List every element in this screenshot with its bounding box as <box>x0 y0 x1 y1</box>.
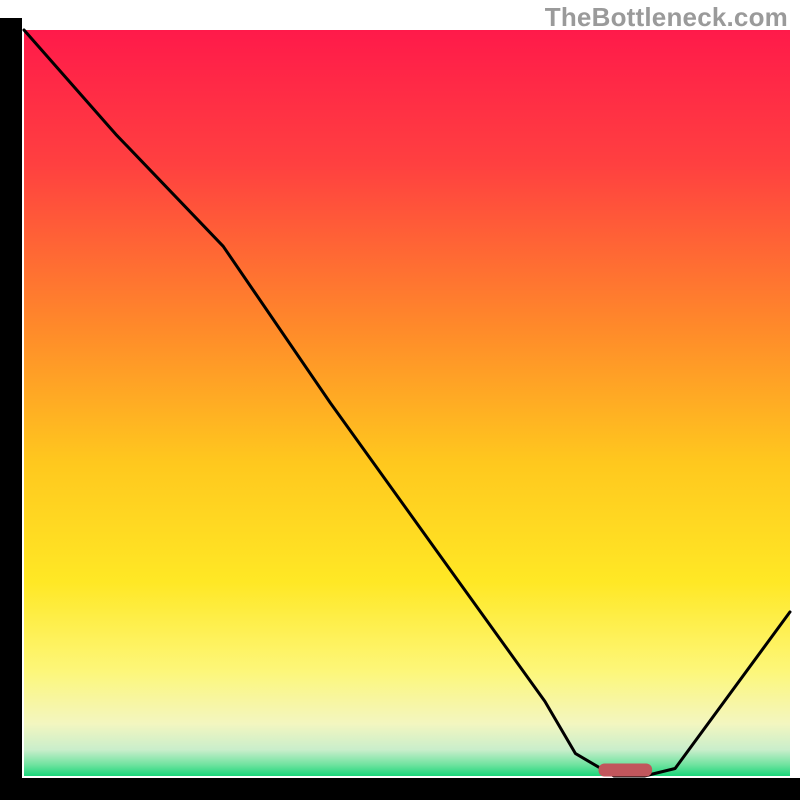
watermark-text: TheBottleneck.com <box>545 2 788 33</box>
bottleneck-chart <box>0 0 800 800</box>
minimum-marker <box>599 764 653 777</box>
chart-container: TheBottleneck.com <box>0 0 800 800</box>
gradient-background <box>24 30 790 776</box>
